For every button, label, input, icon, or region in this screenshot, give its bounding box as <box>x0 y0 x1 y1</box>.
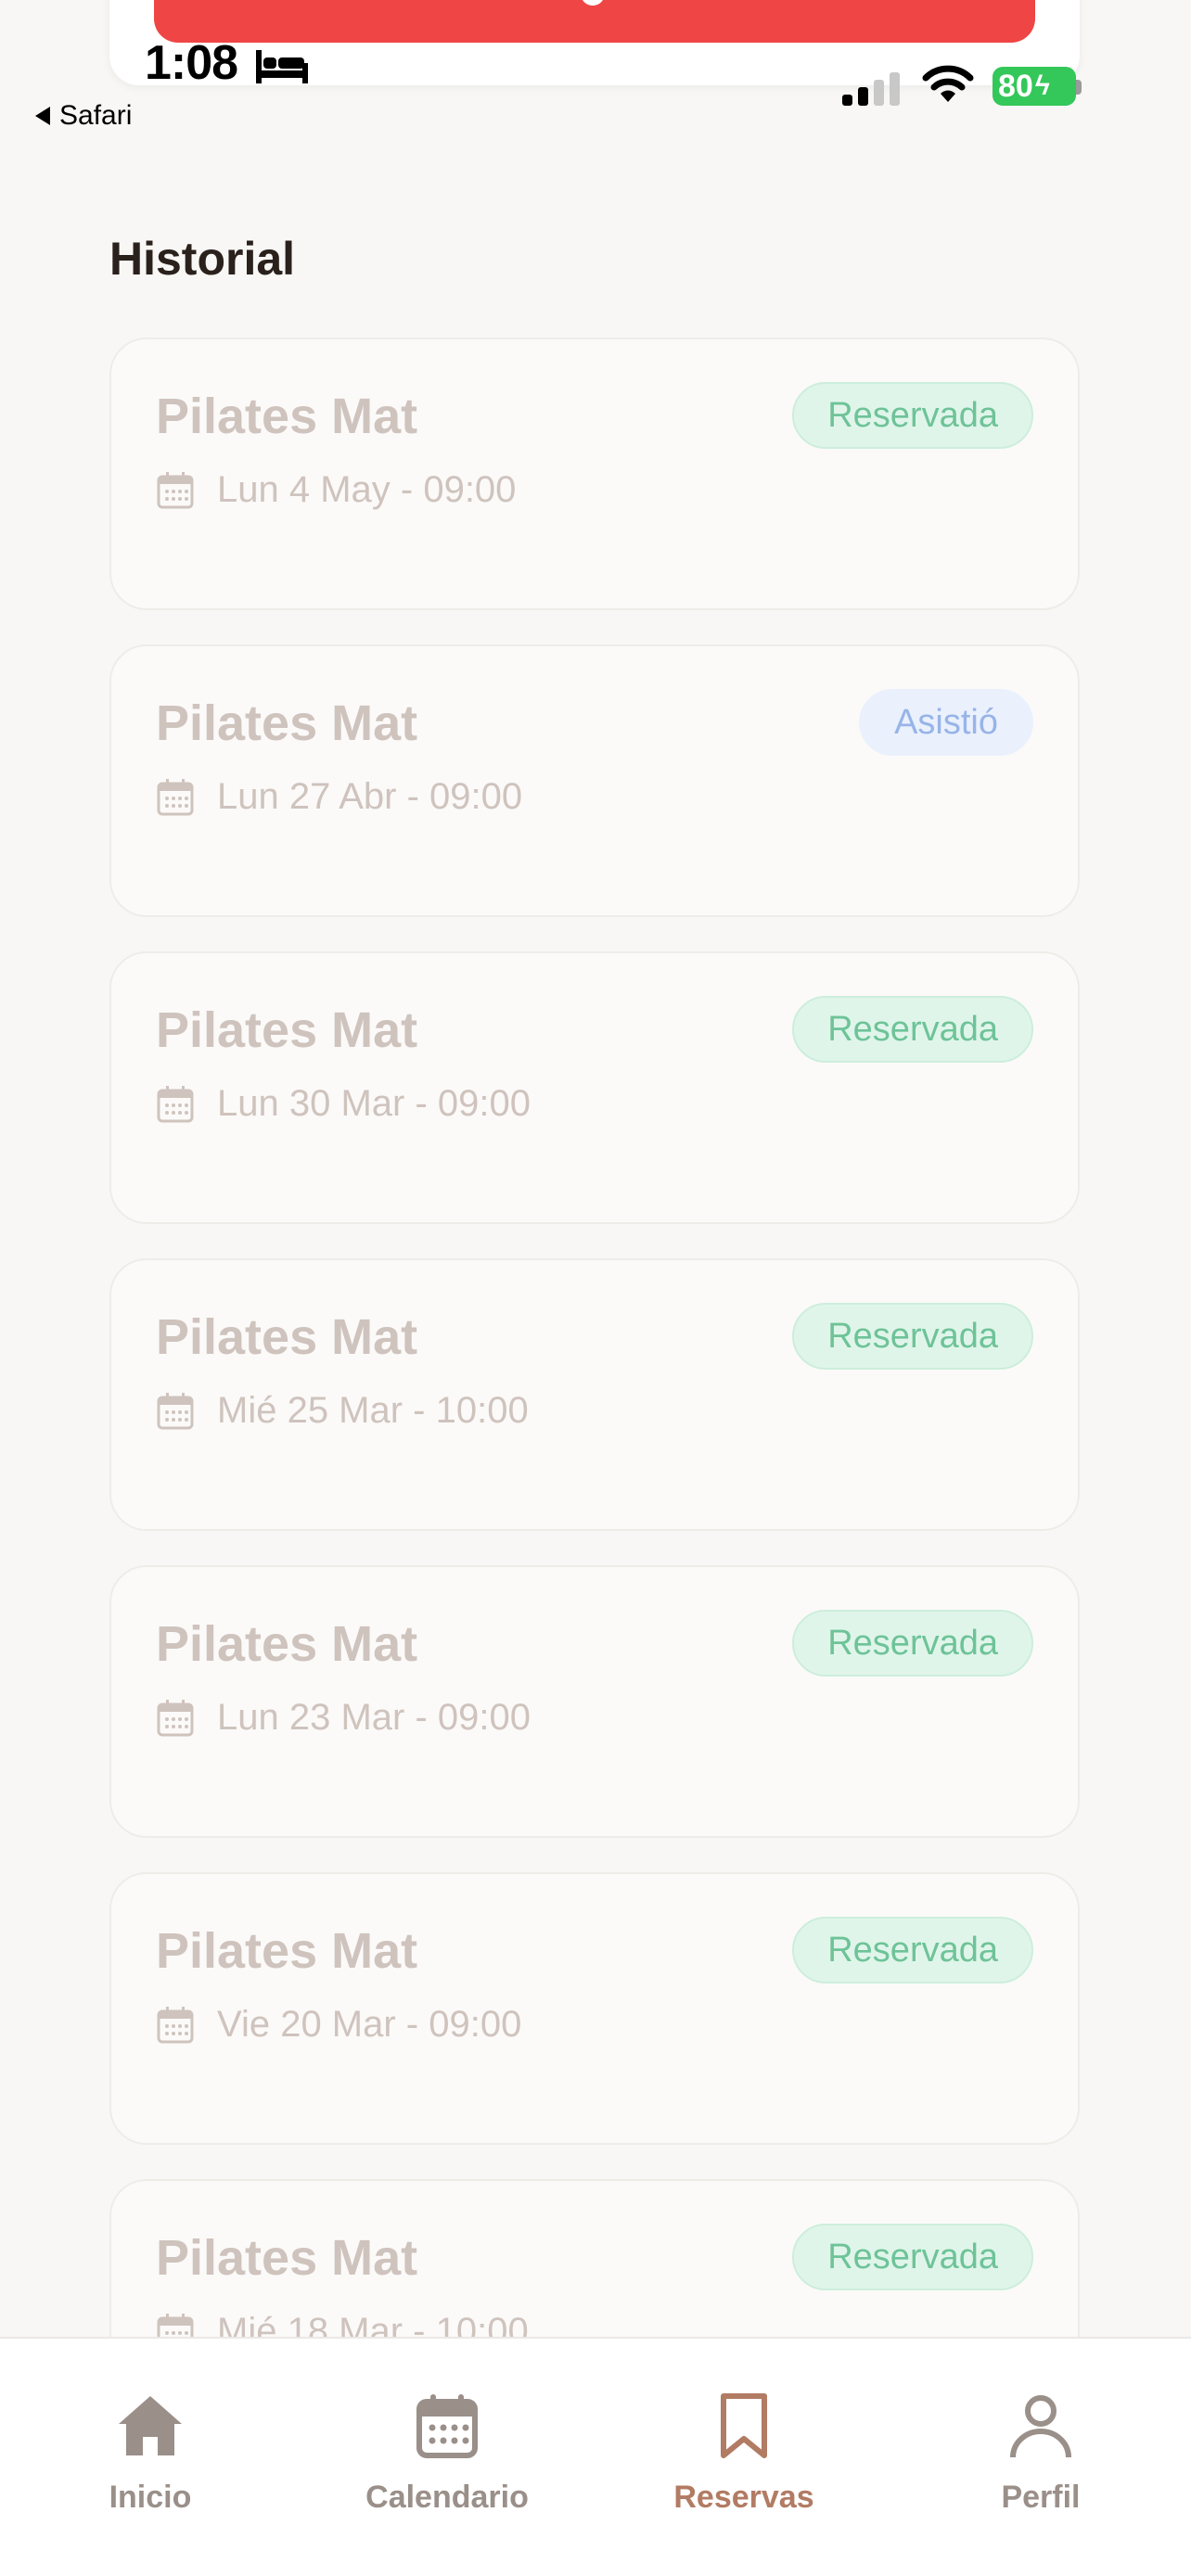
calendar-icon <box>157 1392 194 1429</box>
tab-reservas[interactable]: Reservas <box>623 2391 864 2516</box>
tab-inicio[interactable]: Inicio <box>30 2391 271 2516</box>
tab-calendario[interactable]: Calendario <box>327 2391 568 2516</box>
section-title: Historial <box>109 233 296 285</box>
class-name: Pilates Mat <box>156 1616 418 1672</box>
date-text: Lun 23 Mar - 09:00 <box>217 1697 531 1738</box>
status-badge: Reservada <box>792 2224 1033 2290</box>
battery-level: 80 <box>998 68 1033 104</box>
battery-icon: 80 ϟ <box>992 67 1076 106</box>
class-name: Pilates Mat <box>156 2230 418 2286</box>
battery-cap <box>1076 80 1082 95</box>
tab-label: Inicio <box>109 2480 192 2515</box>
class-date: Lun 4 May - 09:00 <box>156 469 516 511</box>
date-text: Lun 27 Abr - 09:00 <box>217 776 523 817</box>
tab-label: Perfil <box>1001 2480 1081 2515</box>
screen: 1:08 Safari 80 ϟ Historial Pilates Mat L… <box>0 0 1191 2576</box>
status-bar: 1:08 Safari 80 ϟ <box>0 0 1191 139</box>
class-name: Pilates Mat <box>156 695 418 751</box>
booking-card[interactable]: Pilates Mat Mié 25 Mar - 10:00 Reservada <box>109 1258 1080 1531</box>
back-label: Safari <box>59 100 133 131</box>
class-name: Pilates Mat <box>156 1923 418 1979</box>
date-text: Lun 30 Mar - 09:00 <box>217 1083 531 1124</box>
calendar-icon <box>157 1699 194 1736</box>
tab-bar: Inicio Calendario Reservas Perfil <box>0 2337 1191 2576</box>
status-badge: Reservada <box>792 1917 1033 1983</box>
class-name: Pilates Mat <box>156 1002 418 1058</box>
calendar-icon <box>157 471 194 508</box>
tab-label: Calendario <box>365 2480 529 2515</box>
booking-card[interactable]: Pilates Mat Lun 23 Mar - 09:00 Reservada <box>109 1565 1080 1838</box>
home-icon <box>119 2396 182 2455</box>
calendar-icon <box>157 1085 194 1122</box>
status-badge: Asistió <box>859 689 1033 756</box>
booking-card[interactable]: Pilates Mat Lun 30 Mar - 09:00 Reservada <box>109 951 1080 1224</box>
booking-card[interactable]: Pilates Mat Lun 4 May - 09:00 Reservada <box>109 338 1080 610</box>
calendar-icon <box>157 778 194 815</box>
status-badge: Reservada <box>792 1610 1033 1677</box>
class-date: Vie 20 Mar - 09:00 <box>156 2004 521 2046</box>
tab-label: Reservas <box>673 2480 814 2515</box>
status-badge: Reservada <box>792 382 1033 449</box>
calendar-icon <box>157 2006 194 2043</box>
bed-icon <box>256 50 308 83</box>
back-to-safari-link[interactable]: Safari <box>35 100 132 132</box>
booking-card[interactable]: Pilates Mat Vie 20 Mar - 09:00 Reservada <box>109 1872 1080 2145</box>
class-date: Lun 23 Mar - 09:00 <box>156 1697 531 1739</box>
date-text: Lun 4 May - 09:00 <box>217 469 517 510</box>
status-badge: Reservada <box>792 1303 1033 1370</box>
class-name: Pilates Mat <box>156 389 418 444</box>
tab-perfil[interactable]: Perfil <box>920 2391 1161 2516</box>
class-date: Lun 27 Abr - 09:00 <box>156 776 522 818</box>
profile-icon <box>1010 2395 1071 2458</box>
status-badge: Reservada <box>792 996 1033 1063</box>
class-date: Lun 30 Mar - 09:00 <box>156 1083 531 1125</box>
bookmark-icon <box>721 2393 767 2458</box>
date-text: Mié 25 Mar - 10:00 <box>217 1390 529 1431</box>
wifi-icon <box>922 65 974 102</box>
signal-icon <box>842 72 900 106</box>
class-date: Mié 25 Mar - 10:00 <box>156 1390 529 1432</box>
charging-bolt-icon: ϟ <box>1034 70 1050 101</box>
booking-card[interactable]: Pilates Mat Lun 27 Abr - 09:00 Asistió <box>109 644 1080 917</box>
back-arrow-icon <box>35 107 50 125</box>
status-time: 1:08 <box>145 36 238 90</box>
calendar-icon <box>416 2394 478 2458</box>
class-name: Pilates Mat <box>156 1309 418 1365</box>
date-text: Vie 20 Mar - 09:00 <box>217 2004 522 2045</box>
